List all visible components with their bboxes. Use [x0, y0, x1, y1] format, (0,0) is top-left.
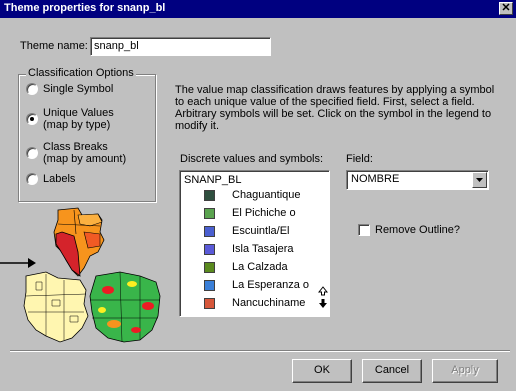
- theme-name-value: snanp_bl: [94, 40, 139, 52]
- title-bar: Theme properties for snanp_bl ✕: [0, 0, 516, 18]
- unique-values-map-icon: [53, 207, 105, 277]
- classification-radio-1[interactable]: [26, 113, 38, 125]
- button-divider: [10, 350, 510, 352]
- theme-properties-dialog: Theme properties for snanp_bl ✕ Theme na…: [0, 0, 516, 391]
- list-item[interactable]: Nancuchiname: [204, 297, 314, 311]
- list-item[interactable]: El Pichiche o: [204, 207, 314, 221]
- symbol-swatch[interactable]: [204, 244, 215, 255]
- symbol-swatch[interactable]: [204, 262, 215, 273]
- symbol-swatch[interactable]: [204, 208, 215, 219]
- classification-option-label: Single Symbol: [43, 83, 113, 95]
- chevron-down-icon: [476, 178, 483, 182]
- list-item-label: La Esperanza o: [232, 279, 310, 291]
- scroll-arrows-icon[interactable]: [318, 283, 328, 313]
- classification-option-line: Unique Values: [43, 107, 114, 119]
- field-dropdown-button[interactable]: [472, 172, 487, 188]
- classification-radio-3[interactable]: [26, 173, 38, 185]
- field-label: Field:: [346, 153, 373, 165]
- close-button[interactable]: ✕: [499, 2, 513, 15]
- classification-option-label: Class Breaks (map by amount): [43, 141, 126, 165]
- discrete-values-listbox[interactable]: SNANP_BL Chaguantique El Pichiche o Escuin…: [179, 170, 330, 317]
- field-select-value: NOMBRE: [351, 173, 400, 185]
- list-item-label: El Pichiche o: [232, 207, 296, 219]
- classification-option-line: Class Breaks: [43, 141, 108, 153]
- classification-option-line: (map by type): [43, 119, 111, 131]
- list-item[interactable]: Chaguantique: [204, 189, 314, 203]
- close-icon: ✕: [501, 2, 511, 14]
- classification-maps-illustration: [0, 207, 161, 343]
- apply-button[interactable]: Apply: [432, 359, 498, 383]
- classification-option-line: (map by amount): [43, 153, 127, 165]
- list-item[interactable]: La Esperanza o: [204, 279, 314, 293]
- theme-name-input[interactable]: snanp_bl: [90, 37, 271, 56]
- labels-map-icon: [89, 271, 161, 343]
- list-item[interactable]: Escuintla/El: [204, 225, 314, 239]
- list-item[interactable]: La Calzada: [204, 261, 314, 275]
- field-select[interactable]: NOMBRE: [346, 170, 489, 190]
- classification-description: The value map classification draws featu…: [175, 84, 495, 132]
- theme-name-label: Theme name:: [20, 40, 88, 52]
- symbol-swatch[interactable]: [204, 226, 215, 237]
- classification-options-legend: Classification Options: [26, 67, 136, 79]
- remove-outline-label: Remove Outline?: [375, 224, 460, 236]
- classification-option-line: Single Symbol: [43, 83, 114, 95]
- classification-option-label: Labels: [43, 173, 75, 185]
- list-item-label: Escuintla/El: [232, 225, 290, 237]
- symbol-swatch[interactable]: [204, 190, 215, 201]
- arrow-icon: [0, 258, 36, 268]
- listbox-header: SNANP_BL: [184, 174, 242, 186]
- symbol-swatch[interactable]: [204, 280, 215, 291]
- classification-option-line: Labels: [43, 173, 76, 185]
- window-title: Theme properties for snanp_bl: [4, 2, 166, 14]
- list-item-label: Chaguantique: [232, 189, 301, 201]
- classification-radio-2[interactable]: [26, 147, 38, 159]
- ok-button[interactable]: OK: [292, 359, 352, 383]
- symbol-swatch[interactable]: [204, 298, 215, 309]
- classification-radio-0[interactable]: [26, 83, 38, 95]
- cancel-button[interactable]: Cancel: [362, 359, 422, 383]
- discrete-values-label: Discrete values and symbols:: [180, 153, 324, 165]
- remove-outline-checkbox[interactable]: [358, 224, 370, 236]
- list-item[interactable]: Isla Tasajera: [204, 243, 314, 257]
- list-item-label: La Calzada: [232, 261, 288, 273]
- class-breaks-map-icon: [23, 271, 89, 343]
- classification-option-label: Unique Values (map by type): [43, 107, 114, 131]
- list-item-label: Isla Tasajera: [232, 243, 294, 255]
- list-item-label: Nancuchiname: [232, 297, 306, 309]
